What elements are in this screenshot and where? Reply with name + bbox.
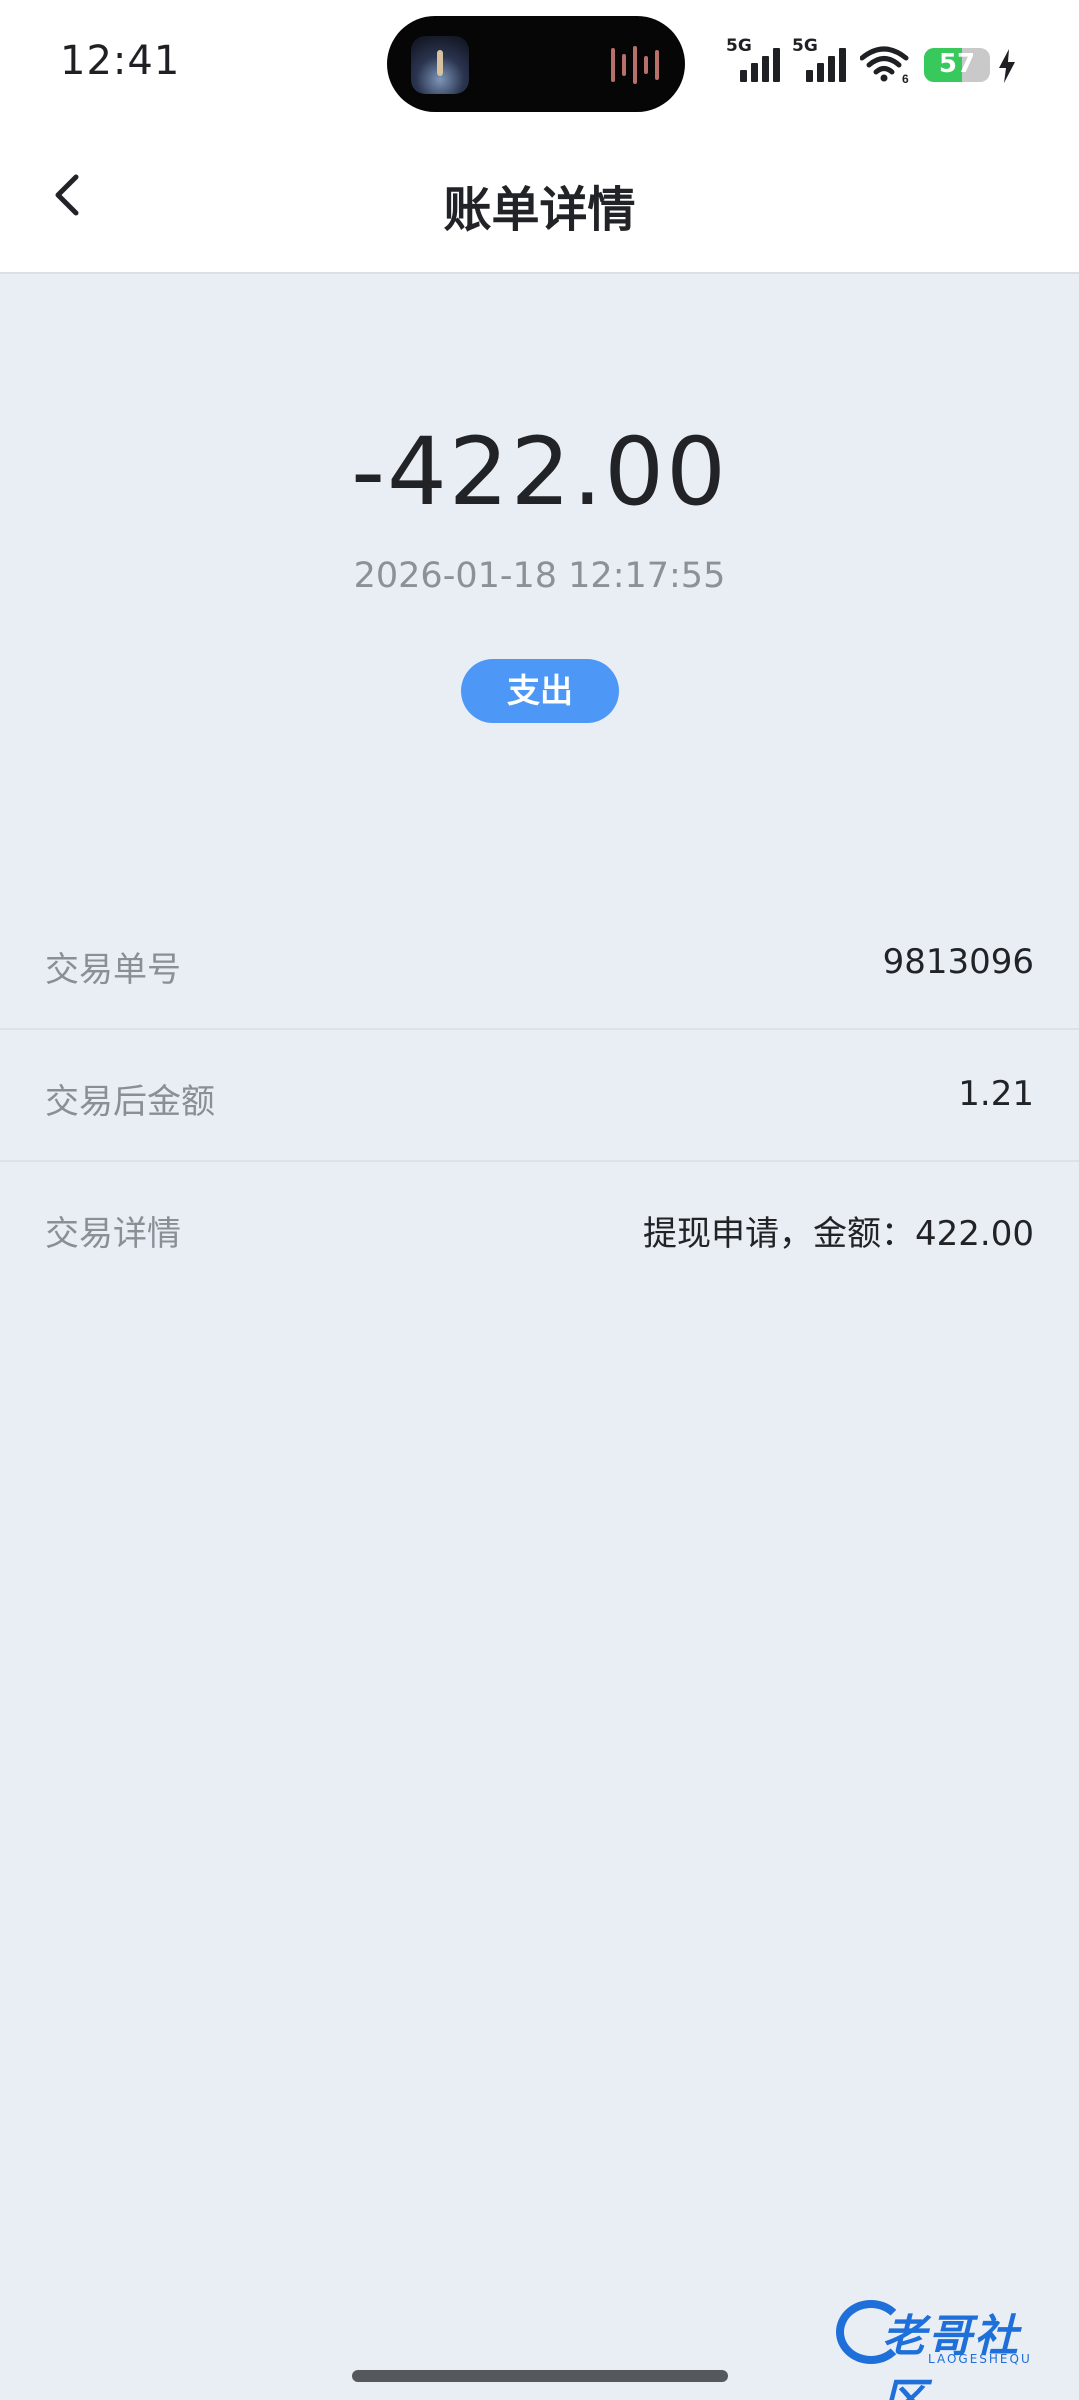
detail-label: 交易后金额 bbox=[45, 1082, 215, 1122]
detail-value: 提现申请，金额：422.00 bbox=[643, 1214, 1034, 1254]
detail-row-description: 交易详情 提现申请，金额：422.00 bbox=[0, 1162, 1079, 1292]
detail-label: 交易单号 bbox=[45, 950, 181, 990]
detail-label: 交易详情 bbox=[45, 1214, 181, 1254]
status-bar: 12:41 5G 5G 6 57 bbox=[0, 0, 1079, 130]
home-indicator[interactable] bbox=[352, 2370, 728, 2382]
watermark-logo: 老哥社区 LAOGESHEQU bbox=[836, 2296, 1064, 2400]
transaction-amount: -422.00 bbox=[351, 418, 728, 527]
page-title: 账单详情 bbox=[443, 182, 636, 238]
detail-value: 1.21 bbox=[958, 1074, 1034, 1114]
wifi-icon: 6 bbox=[860, 46, 909, 84]
detail-row-balance-after: 交易后金额 1.21 bbox=[0, 1030, 1079, 1162]
nav-bar: 账单详情 bbox=[0, 130, 1079, 274]
dynamic-island[interactable] bbox=[387, 16, 685, 112]
watermark-subtext: LAOGESHEQU bbox=[928, 2352, 1032, 2366]
status-time: 12:41 bbox=[60, 38, 181, 84]
detail-value: 9813096 bbox=[882, 942, 1034, 982]
detail-row-order-number: 交易单号 9813096 bbox=[0, 898, 1079, 1030]
detail-list: 交易单号 9813096 交易后金额 1.21 交易详情 提现申请，金额：422… bbox=[0, 898, 1079, 1292]
battery-level: 57 bbox=[938, 49, 976, 79]
charging-bolt-icon bbox=[999, 49, 1015, 83]
audio-visualizer-icon bbox=[611, 46, 659, 84]
battery-icon: 57 bbox=[924, 48, 990, 82]
transaction-type-badge: 支出 bbox=[461, 659, 619, 723]
watermark-text: 老哥社区 bbox=[882, 2311, 1020, 2400]
transaction-datetime: 2026-01-18 12:17:55 bbox=[353, 556, 726, 596]
music-player-thumbnail bbox=[411, 36, 469, 94]
bill-detail-page: 12:41 5G 5G 6 57 账单详情 -422.00 2026-01-18… bbox=[0, 0, 1079, 2400]
wifi-badge: 6 bbox=[902, 72, 909, 84]
